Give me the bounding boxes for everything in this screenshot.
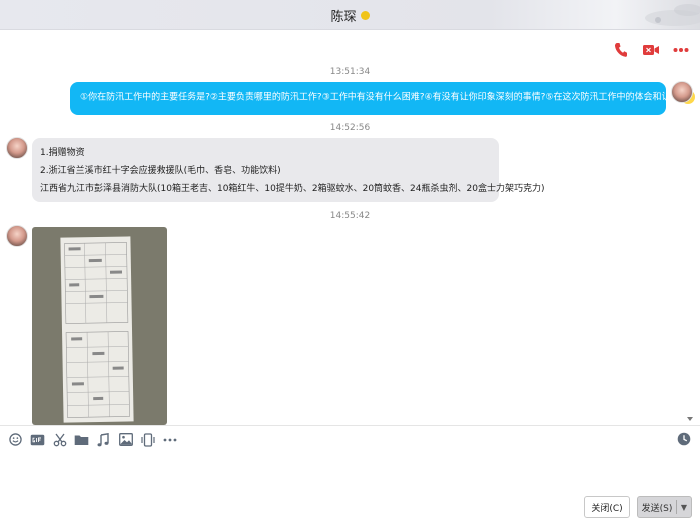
send-options-chevron-down-icon[interactable]: ▼ bbox=[677, 503, 691, 512]
image-message[interactable] bbox=[32, 227, 167, 425]
my-avatar[interactable] bbox=[671, 81, 693, 103]
title-bar: 陈琛 bbox=[0, 0, 700, 30]
music-icon[interactable] bbox=[94, 430, 113, 449]
contact-avatar[interactable] bbox=[6, 225, 28, 247]
outgoing-message-text: ①你在防汛工作中的主要任务是?②主要负责哪里的防汛工作?③工作中有没有什么困难?… bbox=[80, 92, 680, 103]
close-button[interactable]: 关闭(C) bbox=[584, 496, 630, 518]
scroll-down-arrow-icon[interactable] bbox=[686, 415, 694, 423]
gif-icon[interactable] bbox=[28, 430, 47, 449]
document-photo bbox=[60, 236, 134, 423]
message-input[interactable] bbox=[0, 453, 700, 493]
title-decoration-icon bbox=[645, 4, 700, 26]
message-timestamp: 13:51:34 bbox=[329, 67, 371, 77]
outgoing-message-bubble[interactable]: ①你在防汛工作中的主要任务是?②主要负责哪里的防汛工作?③工作中有没有什么困难?… bbox=[70, 82, 696, 115]
message-list[interactable]: 13:51:34 ①你在防汛工作中的主要任务是?②主要负责哪里的防汛工作?③工作… bbox=[0, 30, 700, 425]
vip-badge-icon bbox=[360, 11, 370, 20]
message-timestamp: 14:55:42 bbox=[329, 211, 371, 221]
incoming-message-line: 江西省九江市彭泽县消防大队(10箱王老吉、10箱红牛、10提牛奶、2箱驱蚊水、2… bbox=[40, 184, 545, 194]
incoming-message-line: 1.捐赠物资 bbox=[40, 148, 85, 158]
message-timestamp: 14:52:56 bbox=[329, 123, 371, 133]
chat-history-clock-icon[interactable] bbox=[676, 431, 692, 447]
message-input-area[interactable] bbox=[0, 453, 700, 493]
send-button[interactable]: 发送(S) ▼ bbox=[637, 496, 692, 518]
emoji-icon[interactable] bbox=[6, 430, 25, 449]
incoming-message-bubble[interactable]: 1.捐赠物资 2.浙江省兰溪市红十字会应援救援队(毛巾、香皂、功能饮料) 江西省… bbox=[32, 138, 545, 202]
more-icon[interactable] bbox=[160, 430, 179, 449]
contact-avatar[interactable] bbox=[6, 137, 28, 159]
folder-icon[interactable] bbox=[72, 430, 91, 449]
input-toolbar bbox=[0, 425, 700, 453]
screenshot-scissors-icon[interactable] bbox=[50, 430, 69, 449]
image-icon[interactable] bbox=[116, 430, 135, 449]
chat-window: 陈琛 13:51:34 ①你在防汛工作中的主要任务是?②主要负责哪里的防汛工作?… bbox=[0, 0, 700, 525]
contact-name[interactable]: 陈琛 bbox=[330, 10, 356, 25]
send-button-label: 发送(S) bbox=[641, 503, 673, 514]
incoming-message-line: 2.浙江省兰溪市红十字会应援救援队(毛巾、香皂、功能饮料) bbox=[40, 166, 281, 176]
close-button-label: 关闭(C) bbox=[591, 503, 623, 514]
shake-window-icon[interactable] bbox=[138, 430, 157, 449]
